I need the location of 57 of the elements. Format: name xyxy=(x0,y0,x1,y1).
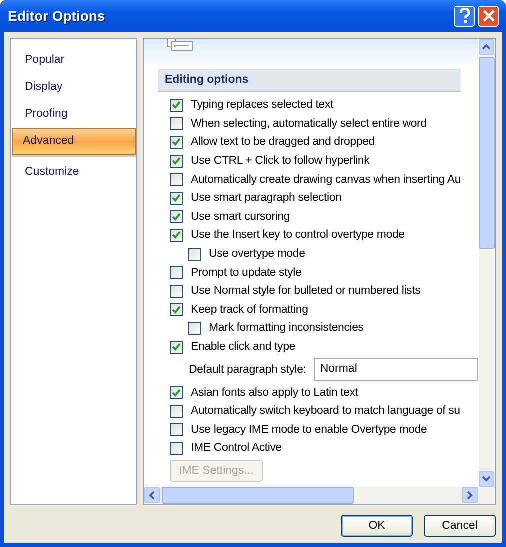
field-label: Default paragraph style: xyxy=(189,364,306,376)
close-button[interactable] xyxy=(478,6,499,26)
checkbox[interactable] xyxy=(170,173,183,186)
window-title: Editor Options xyxy=(8,8,106,24)
checkbox[interactable] xyxy=(170,228,183,242)
checkbox[interactable] xyxy=(170,442,183,455)
close-icon[interactable] xyxy=(482,10,494,22)
checkbox[interactable] xyxy=(170,284,183,298)
option-label: Typing replaces selected text xyxy=(191,99,334,112)
style-field[interactable]: Normal xyxy=(314,358,478,382)
option-label: Use legacy IME mode to enable Overtype mode xyxy=(191,424,428,436)
checkbox[interactable] xyxy=(170,136,183,149)
scroll-up-icon[interactable] xyxy=(479,39,494,55)
option-label: Use overtype mode xyxy=(209,248,306,260)
checkbox[interactable] xyxy=(170,340,183,354)
checkbox[interactable] xyxy=(170,386,183,400)
option-label: Mark formatting inconsistencies xyxy=(209,322,364,334)
checkbox[interactable] xyxy=(170,117,183,130)
scroll-right-icon[interactable] xyxy=(462,487,478,503)
help-button[interactable] xyxy=(454,6,475,26)
option-label: Automatically create drawing canvas when inserting Au xyxy=(191,174,462,186)
option-label: Use smart cursoring xyxy=(191,210,290,223)
option-label: Asian fonts also apply to Latin text xyxy=(191,386,358,399)
option-label: Use smart paragraph selection xyxy=(191,192,342,204)
checkbox[interactable] xyxy=(170,303,183,316)
checkbox[interactable] xyxy=(188,248,201,261)
sidebar-item[interactable]: Advanced xyxy=(12,128,136,155)
checkbox[interactable] xyxy=(170,192,183,205)
sidebar-item[interactable]: Popular xyxy=(12,47,135,74)
checkbox[interactable] xyxy=(188,322,201,335)
dialog-button[interactable]: Cancel xyxy=(424,515,496,537)
checkbox[interactable] xyxy=(170,210,183,224)
option-label: Use CTRL + Click to follow hyperlink xyxy=(191,155,370,168)
help-icon[interactable] xyxy=(458,8,472,24)
option-label: Use the Insert key to control overtype mode xyxy=(191,229,405,242)
option-label: IME Control Active xyxy=(191,442,282,454)
scroll-down-icon[interactable] xyxy=(479,471,494,487)
option-label: Use Normal style for bulleted or numbered lists xyxy=(191,285,421,298)
checkbox[interactable] xyxy=(170,404,183,418)
checkbox[interactable] xyxy=(170,154,183,168)
option-label: Keep track of formatting xyxy=(191,304,308,316)
horizontal-scrollbar[interactable] xyxy=(144,487,495,504)
vertical-scrollbar[interactable] xyxy=(479,39,495,487)
dialog-button[interactable]: OK xyxy=(341,515,413,537)
option-label: Prompt to update style xyxy=(191,266,302,279)
scroll-left-icon[interactable] xyxy=(144,487,160,503)
checkbox[interactable] xyxy=(170,98,183,112)
option-label: Automatically switch keyboard to match language of su xyxy=(191,405,460,418)
option-label: Enable click and type xyxy=(191,341,296,354)
sidebar-item[interactable]: Display xyxy=(12,74,135,101)
sidebar-item[interactable]: Customize xyxy=(12,159,135,186)
sidebar-item[interactable]: Proofing xyxy=(12,101,135,128)
option-label: Allow text to be dragged and dropped xyxy=(191,136,375,148)
checkbox[interactable] xyxy=(170,423,183,436)
section-header: Editing options xyxy=(158,69,461,92)
option-label: When selecting, automatically select entire word xyxy=(191,118,427,130)
checkbox[interactable] xyxy=(170,266,183,280)
